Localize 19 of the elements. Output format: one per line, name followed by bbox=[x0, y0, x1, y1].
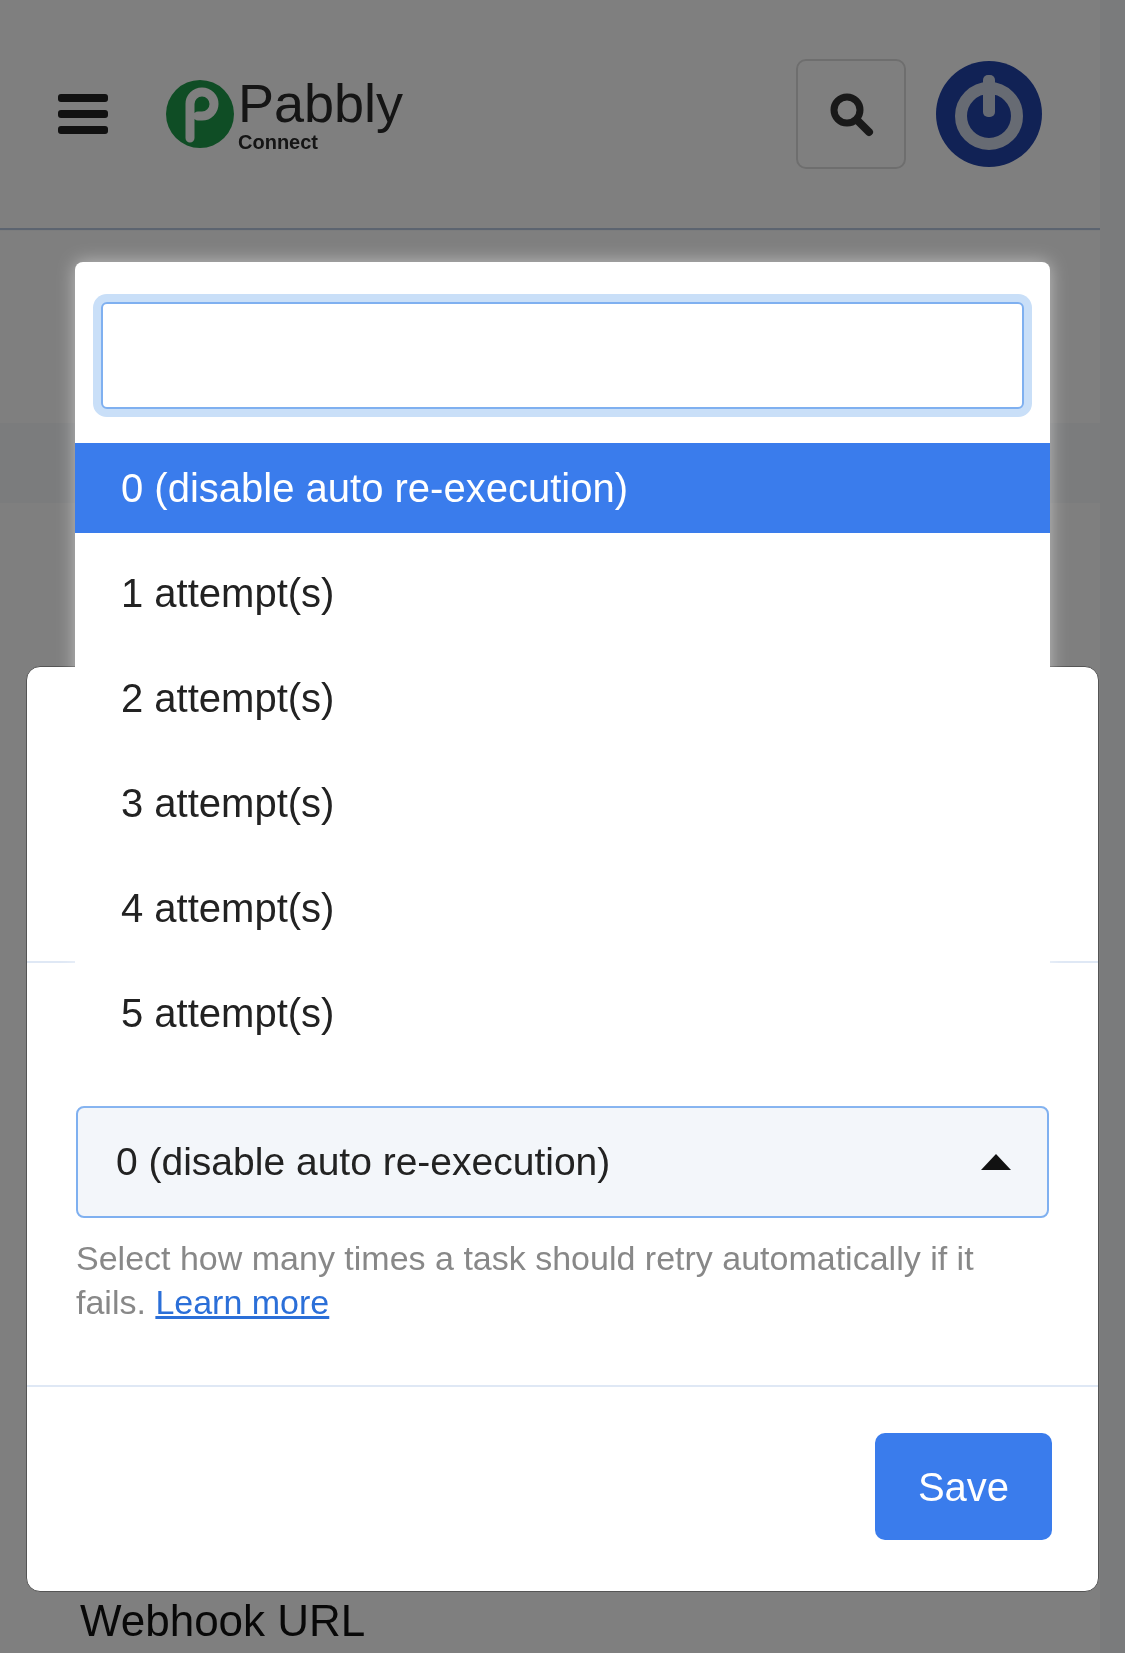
menu-icon[interactable] bbox=[58, 94, 108, 134]
search-icon bbox=[828, 91, 874, 137]
retry-select[interactable]: 0 (disable auto re-execution) bbox=[76, 1106, 1049, 1218]
dropdown-option[interactable]: 5 attempt(s) bbox=[75, 968, 1050, 1058]
learn-more-link[interactable]: Learn more bbox=[155, 1283, 330, 1321]
dropdown-option[interactable]: 4 attempt(s) bbox=[75, 863, 1050, 953]
dropdown-option[interactable]: 2 attempt(s) bbox=[75, 653, 1050, 743]
save-button[interactable]: Save bbox=[875, 1433, 1052, 1540]
avatar-icon[interactable] bbox=[936, 61, 1042, 167]
search-button[interactable] bbox=[796, 59, 906, 169]
dropdown-option[interactable]: 0 (disable auto re-execution) bbox=[75, 443, 1050, 533]
brand-subtitle: Connect bbox=[238, 132, 318, 152]
search-field[interactable] bbox=[101, 302, 1024, 409]
dropdown-option[interactable]: 1 attempt(s) bbox=[75, 548, 1050, 638]
caret-icon bbox=[981, 1154, 1011, 1170]
section-label: Webhook URL bbox=[80, 1599, 367, 1643]
dropdown-option[interactable]: 3 attempt(s) bbox=[75, 758, 1050, 848]
logo-icon bbox=[166, 80, 234, 148]
help-text: Select how many times a task should retry automatically if it fails. Learn more bbox=[76, 1238, 975, 1323]
